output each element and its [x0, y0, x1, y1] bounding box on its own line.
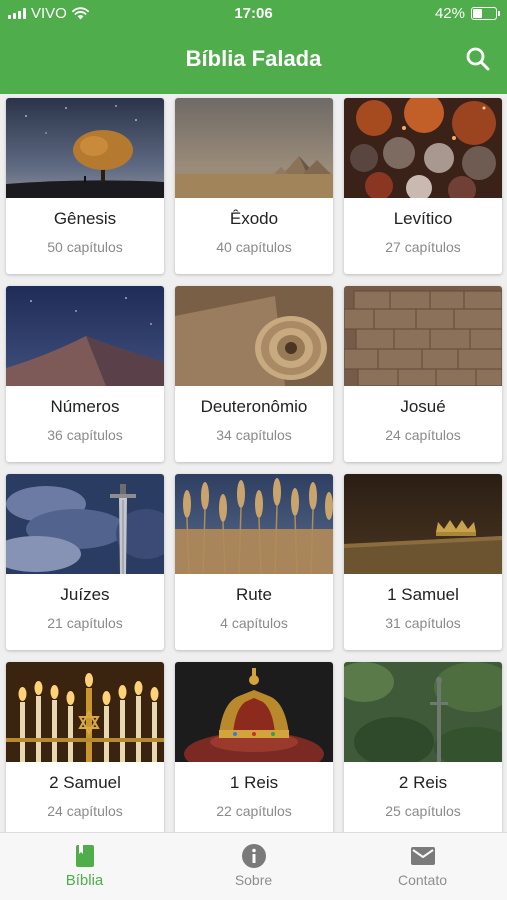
- book-card-1-reis[interactable]: 1 Reis 22 capítulos: [175, 662, 333, 838]
- book-name: Juízes: [60, 585, 110, 604]
- book-card-josue[interactable]: Josué 24 capítulos: [344, 286, 502, 462]
- app-screen: VIVO 17:06 42% Bíblia Falada Gênesis 50 …: [0, 0, 507, 900]
- book-card-juizes[interactable]: Juízes 21 capítulos: [6, 474, 164, 650]
- book-card-2-reis[interactable]: 2 Reis 25 capítulos: [344, 662, 502, 838]
- status-time: 17:06: [234, 5, 273, 22]
- book-chapter-count: 21 capítulos: [47, 615, 123, 631]
- book-card-exodo[interactable]: Êxodo 40 capítulos: [175, 98, 333, 274]
- search-button[interactable]: [465, 46, 491, 72]
- book-chapter-count: 31 capítulos: [385, 615, 461, 631]
- book-card-deuteronomio[interactable]: Deuteronômio 34 capítulos: [175, 286, 333, 462]
- book-card-levitico[interactable]: Levítico 27 capítulos: [344, 98, 502, 274]
- book-name: Rute: [236, 585, 272, 604]
- book-thumbnail: [344, 98, 502, 198]
- book-card-rute[interactable]: Rute 4 capítulos: [175, 474, 333, 650]
- search-icon: [466, 47, 490, 71]
- book-thumbnail: [6, 662, 164, 762]
- book-name: Josué: [400, 397, 446, 416]
- tab-biblia[interactable]: Bíblia: [0, 833, 169, 900]
- book-name: Gênesis: [53, 209, 117, 228]
- book-chapter-count: 24 capítulos: [47, 803, 123, 819]
- status-bar: VIVO 17:06 42%: [0, 0, 507, 28]
- book-card-1-samuel[interactable]: 1 Samuel 31 capítulos: [344, 474, 502, 650]
- book-thumbnail: [6, 286, 164, 386]
- status-right: 42%: [434, 5, 500, 22]
- page-title: Bíblia Falada: [185, 46, 322, 71]
- tab-contato[interactable]: Contato: [338, 833, 507, 900]
- tab-sobre[interactable]: Sobre: [169, 833, 338, 900]
- book-chapter-count: 22 capítulos: [216, 803, 292, 819]
- book-name: 2 Reis: [398, 773, 448, 792]
- battery-percent: 42%: [434, 5, 465, 22]
- book-thumbnail: [6, 474, 164, 574]
- bottom-tab-bar: Bíblia Sobre Contato: [0, 832, 507, 900]
- book-name: 2 Samuel: [49, 773, 121, 792]
- app-header: VIVO 17:06 42% Bíblia Falada: [0, 0, 507, 94]
- book-thumbnail: [175, 662, 333, 762]
- books-grid: Gênesis 50 capítulos Êxodo 40 capítulos: [6, 98, 502, 838]
- book-card-numeros[interactable]: Números 36 capítulos: [6, 286, 164, 462]
- book-thumbnail: [175, 286, 333, 386]
- info-icon: [241, 844, 266, 868]
- book-chapter-count: 34 capítulos: [216, 427, 292, 443]
- book-name: Números: [50, 397, 120, 416]
- mail-icon: [410, 847, 435, 865]
- book-chapter-count: 24 capítulos: [385, 427, 461, 443]
- book-chapter-count: 25 capítulos: [385, 803, 461, 819]
- book-chapter-count: 40 capítulos: [216, 239, 292, 255]
- book-name: 1 Reis: [229, 773, 279, 792]
- book-chapter-count: 50 capítulos: [47, 239, 123, 255]
- tab-label: Bíblia: [65, 872, 104, 889]
- book-thumbnail: [6, 98, 164, 198]
- book-card-genesis[interactable]: Gênesis 50 capítulos: [6, 98, 164, 274]
- book-icon: [75, 845, 94, 867]
- book-card-2-samuel[interactable]: 2 Samuel 24 capítulos: [6, 662, 164, 838]
- battery-icon: [471, 7, 500, 20]
- tab-label: Contato: [397, 872, 448, 888]
- book-thumbnail: [175, 474, 333, 574]
- tab-label: Sobre: [234, 872, 273, 888]
- book-name: Êxodo: [229, 209, 279, 228]
- book-chapter-count: 4 capítulos: [220, 615, 288, 631]
- book-thumbnail: [344, 662, 502, 762]
- book-thumbnail: [175, 98, 333, 198]
- book-thumbnail: [344, 474, 502, 574]
- book-name: 1 Samuel: [387, 585, 459, 604]
- book-chapter-count: 36 capítulos: [47, 427, 123, 443]
- book-name: Deuteronômio: [200, 397, 308, 416]
- book-name: Levítico: [393, 209, 453, 228]
- book-thumbnail: [344, 286, 502, 386]
- book-chapter-count: 27 capítulos: [385, 239, 461, 255]
